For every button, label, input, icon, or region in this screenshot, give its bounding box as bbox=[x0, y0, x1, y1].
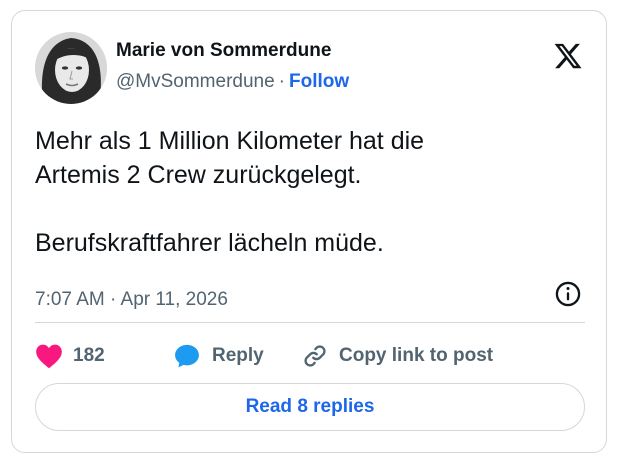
link-icon bbox=[304, 345, 326, 367]
author-name[interactable]: Marie von Sommerdune bbox=[116, 40, 331, 62]
author-handle-row: @MvSommerdune · Follow bbox=[116, 71, 349, 93]
author-handle[interactable]: @MvSommerdune bbox=[116, 71, 275, 92]
tweet-line-1: Mehr als 1 Million Kilometer hat die bbox=[35, 127, 425, 155]
speech-bubble-icon bbox=[175, 344, 199, 368]
copy-link-button[interactable]: Copy link to post bbox=[301, 341, 493, 371]
read-replies-button[interactable]: Read 8 replies bbox=[35, 383, 585, 431]
copy-link-label: Copy link to post bbox=[339, 345, 494, 366]
tweet-line-2: Artemis 2 Crew zurückgelegt. bbox=[35, 161, 362, 189]
like-button[interactable]: 182 bbox=[35, 341, 105, 371]
reply-label: Reply bbox=[212, 345, 264, 366]
action-bar: 182 Reply Copy link to post bbox=[35, 341, 585, 371]
timestamp[interactable]: 7:07 AM · Apr 11, 2026 bbox=[35, 289, 228, 311]
tweet-text: Mehr als 1 Million Kilometer hat die Art… bbox=[35, 124, 585, 260]
tweet-paragraph-2: Berufskraftfahrer lächeln müde. bbox=[35, 229, 384, 257]
handle-separator: · bbox=[278, 71, 285, 92]
x-logo-icon[interactable] bbox=[553, 41, 583, 71]
tweet-paragraph-1: Mehr als 1 Million Kilometer hat die Art… bbox=[35, 124, 585, 192]
avatar[interactable] bbox=[35, 32, 107, 104]
divider bbox=[35, 322, 585, 323]
info-icon[interactable] bbox=[554, 280, 582, 308]
reply-button[interactable]: Reply bbox=[172, 341, 264, 371]
like-count: 182 bbox=[73, 345, 105, 366]
heart-icon bbox=[36, 344, 62, 369]
tweet-card: Marie von Sommerdune @MvSommerdune · Follo… bbox=[11, 10, 607, 453]
avatar-portrait bbox=[35, 32, 107, 104]
follow-button[interactable]: Follow bbox=[289, 71, 349, 92]
